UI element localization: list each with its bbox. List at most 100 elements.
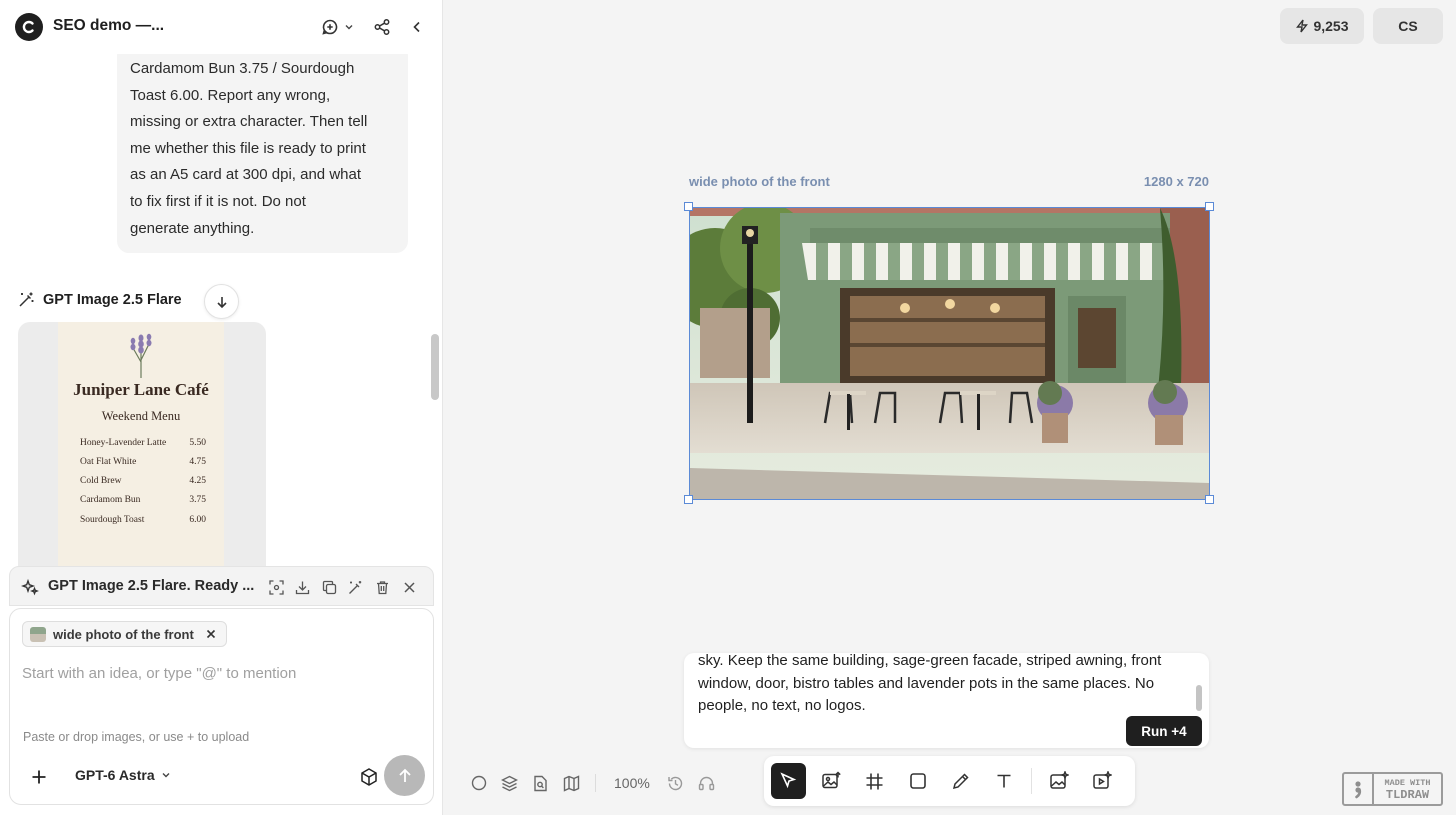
generation-label: GPT Image 2.5 Flare: [18, 291, 182, 308]
toolbar-divider: [1030, 768, 1032, 794]
select-tool[interactable]: [771, 763, 806, 799]
edit-prompt-text[interactable]: sky. Keep the same building, sage-green …: [698, 653, 1178, 718]
watermark-line2: TLDRAW: [1385, 788, 1430, 802]
trash-icon[interactable]: [373, 578, 391, 596]
zoom-level[interactable]: 100%: [604, 775, 660, 791]
remove-chip-icon[interactable]: [204, 627, 218, 641]
menu-item-name: Cardamom Bun: [80, 495, 141, 505]
chevron-down-icon: [162, 773, 170, 778]
close-icon[interactable]: [400, 578, 418, 596]
menu-item-price: 5.50: [189, 438, 206, 448]
resize-handle-br[interactable]: [1205, 495, 1214, 504]
send-button[interactable]: [384, 755, 425, 796]
upload-hint: Paste or drop images, or use + to upload: [23, 730, 250, 744]
menu-item: Sourdough Toast 6.00: [80, 515, 206, 525]
menu-item: Cold Brew 4.25: [80, 476, 206, 486]
ai-video-icon: [1093, 771, 1113, 789]
app-logo-icon[interactable]: [15, 13, 43, 41]
menu-item: Cardamom Bun 3.75: [80, 495, 206, 505]
chat-history[interactable]: Cardamom Bun 3.75 / Sourdough Toast 6.00…: [0, 54, 428, 566]
selection-panel: GPT Image 2.5 Flare. Ready ...: [9, 566, 434, 606]
menu-item-price: 3.75: [189, 495, 206, 505]
sparkle-icon: [20, 578, 39, 601]
circle-icon[interactable]: [463, 770, 494, 796]
image-upload-icon: [822, 771, 842, 789]
credits-count: 9,253: [1313, 18, 1349, 34]
menu-item: Honey-Lavender Latte 5.50: [80, 438, 206, 448]
edit-wand-icon[interactable]: [346, 578, 364, 596]
canvas-mini-toolbar: 100%: [463, 770, 722, 796]
model-selector[interactable]: GPT-6 Astra: [75, 767, 171, 783]
scroll-down-button[interactable]: [204, 284, 239, 319]
menu-item-name: Cold Brew: [80, 476, 122, 486]
sidebar-header: SEO demo —...: [0, 0, 442, 54]
tldraw-watermark[interactable]: MADE WITH TLDRAW: [1342, 772, 1443, 806]
composer: wide photo of the front Paste or drop im…: [9, 608, 434, 805]
collapse-sidebar-icon[interactable]: [406, 16, 428, 38]
resize-handle-tl[interactable]: [684, 202, 693, 211]
lavender-illustration: [130, 333, 152, 378]
new-chat-icon[interactable]: [319, 16, 341, 38]
magic-wand-icon: [19, 292, 34, 307]
focus-icon[interactable]: [267, 578, 285, 596]
chip-label: wide photo of the front: [53, 626, 194, 642]
menu-item-price: 4.25: [189, 476, 206, 486]
edit-prompt-scrollbar[interactable]: [1196, 685, 1202, 711]
menu-item-name: Oat Flat White: [80, 457, 137, 467]
menu-item: Oat Flat White 4.75: [80, 457, 206, 467]
lightning-icon: [1296, 19, 1309, 33]
chevron-down-icon[interactable]: [342, 16, 356, 38]
menu-item-name: Sourdough Toast: [80, 515, 145, 525]
3d-cube-icon[interactable]: [357, 765, 381, 789]
text-icon: [997, 774, 1011, 788]
image-upload-tool[interactable]: [814, 763, 849, 799]
edit-prompt-box[interactable]: sky. Keep the same building, sage-green …: [684, 653, 1209, 748]
reference-chip[interactable]: wide photo of the front: [22, 621, 227, 647]
pencil-icon: [952, 773, 969, 790]
menu-item-name: Honey-Lavender Latte: [80, 438, 167, 448]
download-icon[interactable]: [293, 578, 311, 596]
project-title[interactable]: SEO demo —...: [53, 17, 164, 35]
user-avatar[interactable]: CS: [1373, 8, 1443, 44]
resize-handle-bl[interactable]: [684, 495, 693, 504]
map-icon[interactable]: [556, 770, 587, 796]
layers-icon[interactable]: [494, 770, 525, 796]
ai-video-tool[interactable]: [1085, 763, 1120, 799]
frame-tool[interactable]: [857, 763, 892, 799]
canvas[interactable]: 9,253 CS wide photo of the front 1280 x …: [443, 0, 1456, 815]
model-name: GPT-6 Astra: [75, 767, 155, 783]
ai-image-icon: [1050, 771, 1070, 789]
chat-scrollbar[interactable]: [431, 334, 439, 400]
menu-subtitle: Weekend Menu: [101, 409, 181, 423]
rectangle-tool[interactable]: [900, 763, 935, 799]
menu-image: Juniper Lane Café Weekend Menu Honey-Lav…: [58, 322, 224, 566]
share-icon[interactable]: [371, 16, 393, 38]
image-frame[interactable]: [689, 207, 1210, 500]
ai-image-tool[interactable]: [1042, 763, 1077, 799]
generated-image-card[interactable]: Juniper Lane Café Weekend Menu Honey-Lav…: [18, 322, 266, 566]
tldraw-logo-icon: [1344, 774, 1374, 804]
frame-label[interactable]: wide photo of the front: [689, 174, 830, 189]
page-search-icon[interactable]: [525, 770, 556, 796]
text-tool[interactable]: [987, 763, 1022, 799]
arrow-down-icon: [216, 296, 227, 308]
prompt-input[interactable]: [22, 661, 422, 685]
arrow-up-icon: [398, 768, 411, 782]
chat-sidebar: SEO demo —... Cardamom Bun 3.75 / Sourdo…: [0, 0, 443, 815]
cursor-icon: [780, 772, 797, 789]
menu-title: Juniper Lane Café: [73, 380, 209, 399]
frame-icon: [866, 773, 883, 789]
run-button[interactable]: Run +4: [1126, 716, 1202, 746]
headset-icon[interactable]: [691, 770, 722, 796]
history-icon[interactable]: [660, 770, 691, 796]
add-attachment-button[interactable]: [27, 765, 51, 789]
user-message: Cardamom Bun 3.75 / Sourdough Toast 6.00…: [117, 54, 408, 253]
watermark-text: MADE WITH TLDRAW: [1374, 777, 1441, 801]
copy-icon[interactable]: [320, 578, 338, 596]
rectangle-icon: [909, 773, 926, 789]
resize-handle-tr[interactable]: [1205, 202, 1214, 211]
generation-model-name: GPT Image 2.5 Flare: [43, 291, 182, 308]
pencil-tool[interactable]: [944, 763, 979, 799]
chip-thumbnail: [30, 627, 46, 642]
credits-badge[interactable]: 9,253: [1280, 8, 1364, 44]
